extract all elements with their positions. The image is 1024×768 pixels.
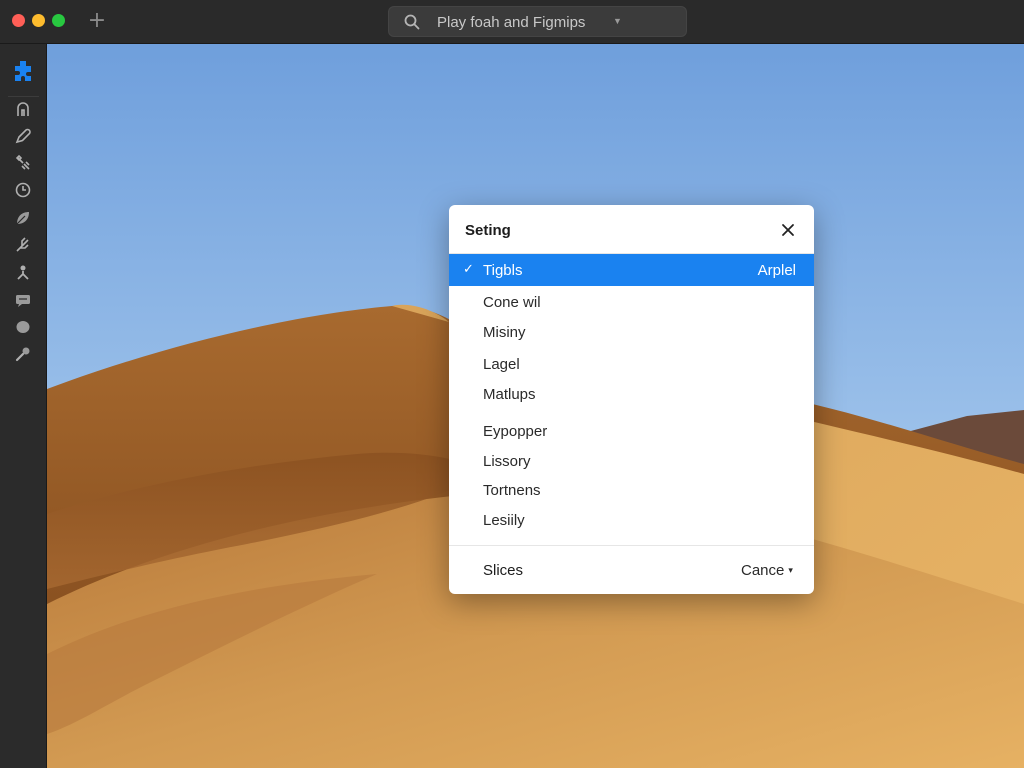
- chevron-down-icon: ▾: [788, 566, 793, 576]
- list-item[interactable]: Cone wil: [449, 288, 814, 318]
- list-item-label: Eypopper: [483, 423, 548, 440]
- feather-icon[interactable]: [14, 236, 32, 254]
- list-item-label: Cone wil: [483, 294, 541, 311]
- circle-icon[interactable]: [14, 318, 32, 336]
- check-icon: ✓: [463, 262, 474, 277]
- clock-icon[interactable]: [14, 181, 32, 199]
- minimize-window-button[interactable]: [32, 14, 45, 27]
- list-item[interactable]: Tortnens: [449, 476, 814, 506]
- list-item-label: Matlups: [483, 386, 536, 403]
- list-item[interactable]: Matlups: [449, 380, 814, 410]
- list-item[interactable]: Lissory: [449, 447, 814, 477]
- list-item[interactable]: Misiny: [449, 318, 814, 348]
- list-item[interactable]: Lesiily: [449, 506, 814, 536]
- list-item-label: Lissory: [483, 453, 531, 470]
- list-item-selected[interactable]: ✓ Tigbls Arplel: [449, 254, 814, 286]
- settings-dialog: Seting ✓ Tigbls Arplel Cone wil Misiny L…: [449, 205, 814, 594]
- message-icon[interactable]: [14, 291, 32, 309]
- list-item[interactable]: Eypopper: [449, 417, 814, 447]
- leaf-icon[interactable]: [14, 209, 32, 227]
- dialog-title: Seting: [465, 222, 511, 239]
- search-icon: [404, 14, 420, 30]
- list-item-label: Tortnens: [483, 482, 541, 499]
- list-item[interactable]: Lagel: [449, 350, 814, 380]
- chevron-down-icon[interactable]: ▼: [613, 16, 622, 26]
- slices-button[interactable]: Slices: [483, 562, 523, 579]
- window-titlebar: + Play foah and Figmips ▼: [0, 0, 1024, 44]
- wrench-icon[interactable]: [14, 345, 32, 363]
- cancel-label: Cance: [741, 562, 785, 579]
- list-item-label: Tigbls: [483, 262, 523, 279]
- list-item-label: Lagel: [483, 356, 520, 373]
- new-tab-button[interactable]: +: [86, 9, 108, 33]
- home-icon[interactable]: [14, 100, 32, 118]
- search-bar[interactable]: Play foah and Figmips ▼: [388, 6, 687, 37]
- plugin-icon[interactable]: [11, 59, 35, 83]
- sidebar-divider: [8, 96, 39, 97]
- sidebar: [0, 44, 47, 768]
- list-item-value: Arplel: [757, 262, 796, 279]
- maximize-window-button[interactable]: [52, 14, 65, 27]
- person-icon[interactable]: [14, 263, 32, 281]
- dialog-footer-divider: [449, 545, 814, 546]
- close-icon[interactable]: [779, 221, 797, 239]
- list-item-label: Lesiily: [483, 512, 525, 529]
- search-text: Play foah and Figmips: [437, 14, 586, 31]
- list-item-label: Misiny: [483, 324, 526, 341]
- tools-icon[interactable]: [14, 154, 32, 172]
- close-window-button[interactable]: [12, 14, 25, 27]
- cancel-dropdown-button[interactable]: Cance ▾: [741, 562, 793, 579]
- pen-icon[interactable]: [14, 127, 32, 145]
